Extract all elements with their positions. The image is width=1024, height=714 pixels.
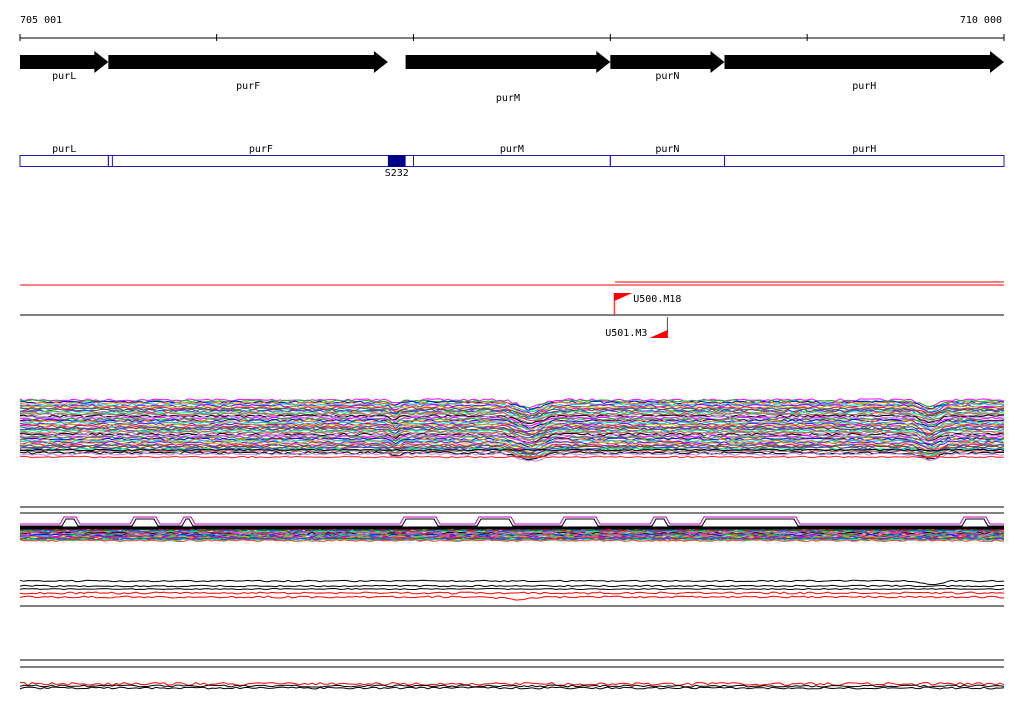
region-box-purF[interactable] [107, 155, 414, 167]
gene-arrow-purM[interactable] [405, 51, 611, 73]
gene-arrow-purF[interactable] [108, 51, 388, 73]
marker-label: U501.M3 [605, 328, 647, 339]
region-label: purL [52, 144, 76, 155]
ruler-start-label: 705 001 [20, 15, 62, 26]
signal-track-3 [19, 579, 1005, 607]
feature-label: S232 [385, 168, 409, 179]
gene-arrow-purH[interactable] [724, 51, 1004, 73]
gene-label: purN [655, 71, 679, 82]
gene-label: purF [236, 81, 260, 92]
marker-flag-forward[interactable] [614, 293, 633, 301]
region-label: purM [500, 144, 524, 155]
coordinate-ruler: 705 001 710 000 [19, 15, 1005, 41]
signal-track-2 [19, 506, 1005, 543]
signal-line [19, 595, 1005, 601]
signal-line [19, 686, 1005, 690]
genome-browser-view: 705 001 710 000 purL purF purM purN purH pur… [19, 15, 1005, 690]
gene-label: purH [852, 81, 876, 92]
ruler-end-label: 710 000 [960, 15, 1002, 26]
feature-block[interactable] [387, 155, 406, 167]
signal-line [20, 518, 1004, 527]
signal-line [19, 681, 1005, 687]
marker-track: U500.M18 U501.M3 [20, 281, 1004, 339]
signal-line [19, 587, 1005, 591]
signal-line [20, 516, 1004, 525]
gene-label: purL [52, 71, 76, 82]
gene-arrow-purL[interactable] [20, 51, 109, 73]
signal-track-4 [19, 659, 1005, 690]
gene-label: purM [496, 93, 520, 104]
marker-flag-reverse[interactable] [649, 330, 668, 338]
region-box-purN[interactable] [609, 155, 725, 167]
region-label: purH [852, 144, 876, 155]
signal-line [19, 455, 1005, 459]
gene-region-track: purL purF purM purN purH S232 [19, 144, 1005, 179]
gene-arrow-track: purL purF purM purN purH [20, 51, 1004, 104]
signal-line [19, 584, 1004, 588]
region-label: purF [249, 144, 273, 155]
region-label: purN [655, 144, 679, 155]
region-box-purL[interactable] [19, 155, 109, 167]
gene-arrow-purN[interactable] [610, 51, 725, 73]
region-box-purH[interactable] [723, 155, 1005, 167]
region-box-purM[interactable] [412, 155, 611, 167]
signal-line [19, 579, 1005, 586]
markers: U500.M18 U501.M3 [605, 293, 681, 339]
signal-tracks [19, 398, 1005, 690]
signal-track-1 [19, 398, 1005, 462]
signal-line [19, 591, 1005, 595]
marker-label: U500.M18 [633, 294, 681, 305]
